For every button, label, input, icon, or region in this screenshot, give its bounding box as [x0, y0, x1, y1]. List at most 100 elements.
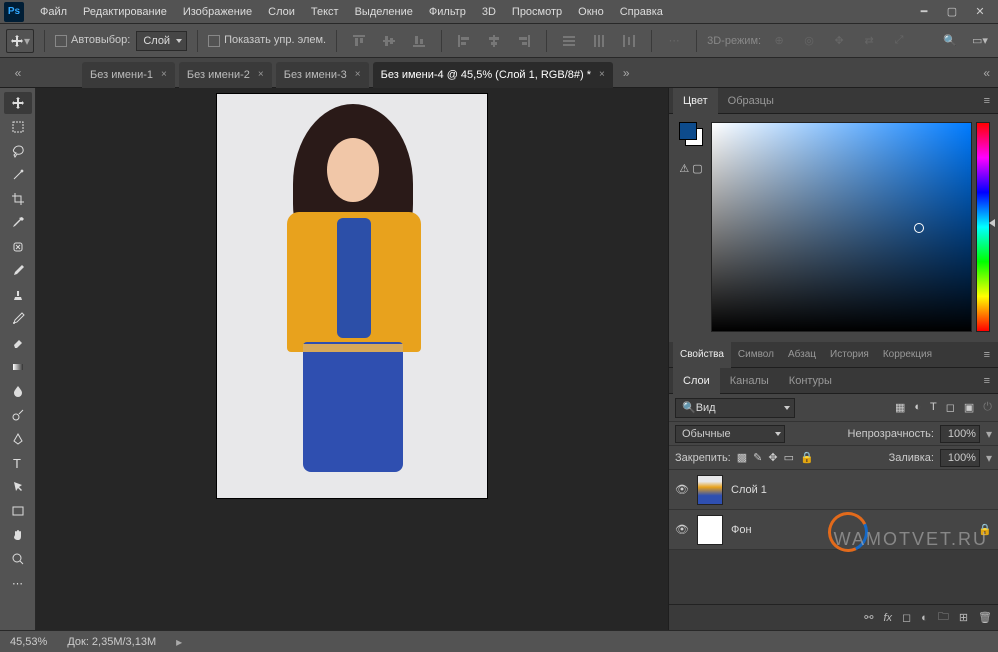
lock-all-icon[interactable]: 🔒 [800, 451, 814, 464]
doc-size[interactable]: Док: 2,35M/3,13M [67, 636, 156, 648]
3d-pan-icon[interactable]: ✥ [827, 30, 851, 52]
filter-adjust-icon[interactable]: ◐ [914, 401, 921, 414]
close-tab-icon[interactable]: × [355, 69, 361, 80]
3d-orbit-icon[interactable]: ⊕ [767, 30, 791, 52]
document-canvas[interactable] [217, 94, 487, 498]
magic-wand-tool[interactable] [4, 164, 32, 186]
crop-tool[interactable] [4, 188, 32, 210]
tab-layers[interactable]: Слои [673, 368, 720, 394]
filter-shape-icon[interactable]: ◻ [946, 401, 955, 414]
type-tool[interactable]: T [4, 452, 32, 474]
tab-color[interactable]: Цвет [673, 88, 718, 114]
filter-type-icon[interactable]: T [930, 401, 937, 414]
filter-smart-icon[interactable]: ▣ [964, 401, 974, 414]
panel-menu-icon[interactable]: ≡ [976, 95, 998, 107]
history-brush-tool[interactable] [4, 308, 32, 330]
menu-редактирование[interactable]: Редактирование [75, 0, 175, 24]
opacity-input[interactable]: 100% [940, 425, 980, 443]
link-layers-icon[interactable]: ⚯ [864, 611, 873, 624]
tab-paths[interactable]: Контуры [779, 368, 842, 394]
menu-3d[interactable]: 3D [474, 0, 504, 24]
align-hmid-icon[interactable] [482, 30, 506, 52]
filter-pixel-icon[interactable]: ▦ [895, 401, 905, 414]
canvas-area[interactable] [36, 88, 668, 630]
layer-visibility-icon[interactable]: 👁 [675, 523, 689, 536]
menu-файл[interactable]: Файл [32, 0, 75, 24]
color-field[interactable] [711, 122, 972, 332]
3d-roll-icon[interactable]: ◎ [797, 30, 821, 52]
close-tab-icon[interactable]: × [258, 69, 264, 80]
collapse-panels-icon[interactable]: « [983, 66, 990, 80]
opacity-dropdown-icon[interactable]: ▾ [986, 427, 992, 441]
tab-swatches[interactable]: Образцы [718, 88, 784, 114]
document-tab[interactable]: Без имени-2× [179, 62, 272, 88]
group-icon[interactable]: 🗀 [938, 608, 949, 627]
menu-окно[interactable]: Окно [570, 0, 612, 24]
lasso-tool[interactable] [4, 140, 32, 162]
menu-изображение[interactable]: Изображение [175, 0, 260, 24]
eraser-tool[interactable] [4, 332, 32, 354]
fill-dropdown-icon[interactable]: ▾ [986, 451, 992, 465]
3d-zoom-icon[interactable]: ⤢ [887, 30, 911, 52]
show-transform-checkbox[interactable]: Показать упр. элем. [208, 34, 326, 46]
zoom-tool[interactable] [4, 548, 32, 570]
align-bottom-icon[interactable] [407, 30, 431, 52]
tab-history[interactable]: История [823, 342, 876, 368]
healing-brush-tool[interactable] [4, 236, 32, 258]
path-selection-tool[interactable] [4, 476, 32, 498]
layer-mask-icon[interactable]: ◻ [902, 611, 911, 624]
tab-properties[interactable]: Свойства [673, 342, 731, 368]
active-tool-indicator[interactable]: ▾ [6, 29, 34, 53]
tab-paragraph[interactable]: Абзац [781, 342, 823, 368]
menu-фильтр[interactable]: Фильтр [421, 0, 474, 24]
dodge-tool[interactable] [4, 404, 32, 426]
menu-справка[interactable]: Справка [612, 0, 671, 24]
layer-thumbnail[interactable] [697, 515, 723, 545]
filter-toggle-icon[interactable]: ⏻ [983, 401, 992, 414]
auto-select-checkbox[interactable]: Автовыбор: [55, 34, 130, 46]
maximize-button[interactable]: ▢ [938, 2, 966, 22]
menu-просмотр[interactable]: Просмотр [504, 0, 570, 24]
layer-thumbnail[interactable] [697, 475, 723, 505]
dist-2-icon[interactable] [587, 30, 611, 52]
blur-tool[interactable] [4, 380, 32, 402]
pen-tool[interactable] [4, 428, 32, 450]
search-icon[interactable]: 🔍 [938, 30, 962, 52]
color-field-cursor[interactable] [914, 223, 924, 233]
hue-slider-cursor[interactable] [989, 219, 995, 227]
layer-filter-kind-dropdown[interactable]: 🔍 Вид [675, 398, 795, 418]
auto-select-target-dropdown[interactable]: Слой [136, 31, 187, 51]
lock-pixels-icon[interactable]: ▩ [737, 451, 747, 464]
lock-paint-icon[interactable]: ✎ [753, 451, 762, 464]
eyedropper-tool[interactable] [4, 212, 32, 234]
layer-row[interactable]: 👁Слой 1 [669, 470, 998, 510]
marquee-tool[interactable] [4, 116, 32, 138]
layer-visibility-icon[interactable]: 👁 [675, 483, 689, 496]
menu-слои[interactable]: Слои [260, 0, 303, 24]
align-left-icon[interactable] [452, 30, 476, 52]
dist-1-icon[interactable] [557, 30, 581, 52]
document-tab[interactable]: Без имени-4 @ 45,5% (Слой 1, RGB/8#) *× [373, 62, 613, 88]
layer-name[interactable]: Фон [731, 524, 752, 536]
workspace-icon[interactable]: ▭▾ [968, 30, 992, 52]
hand-tool[interactable] [4, 524, 32, 546]
collapse-toolbox-icon[interactable]: « [15, 66, 22, 80]
3d-slide-icon[interactable]: ⇄ [857, 30, 881, 52]
rectangle-tool[interactable] [4, 500, 32, 522]
clone-stamp-tool[interactable] [4, 284, 32, 306]
tabs-overflow-icon[interactable]: » [623, 66, 630, 80]
tab-adjustments[interactable]: Коррекция [876, 342, 939, 368]
close-tab-icon[interactable]: × [161, 69, 167, 80]
tab-character[interactable]: Символ [731, 342, 781, 368]
lock-artboard-icon[interactable]: ▭ [784, 451, 794, 464]
close-tab-icon[interactable]: × [599, 69, 605, 80]
move-tool[interactable] [4, 92, 32, 114]
dist-3-icon[interactable] [617, 30, 641, 52]
hue-slider[interactable] [976, 122, 990, 332]
menu-текст[interactable]: Текст [303, 0, 347, 24]
align-vmid-icon[interactable] [377, 30, 401, 52]
more-icon[interactable]: ⋯ [662, 30, 686, 52]
gamut-warning-icon[interactable]: ⚠ ▢ [679, 162, 702, 175]
blend-mode-dropdown[interactable]: Обычные [675, 425, 785, 443]
foreground-background-swatch[interactable] [679, 122, 703, 146]
